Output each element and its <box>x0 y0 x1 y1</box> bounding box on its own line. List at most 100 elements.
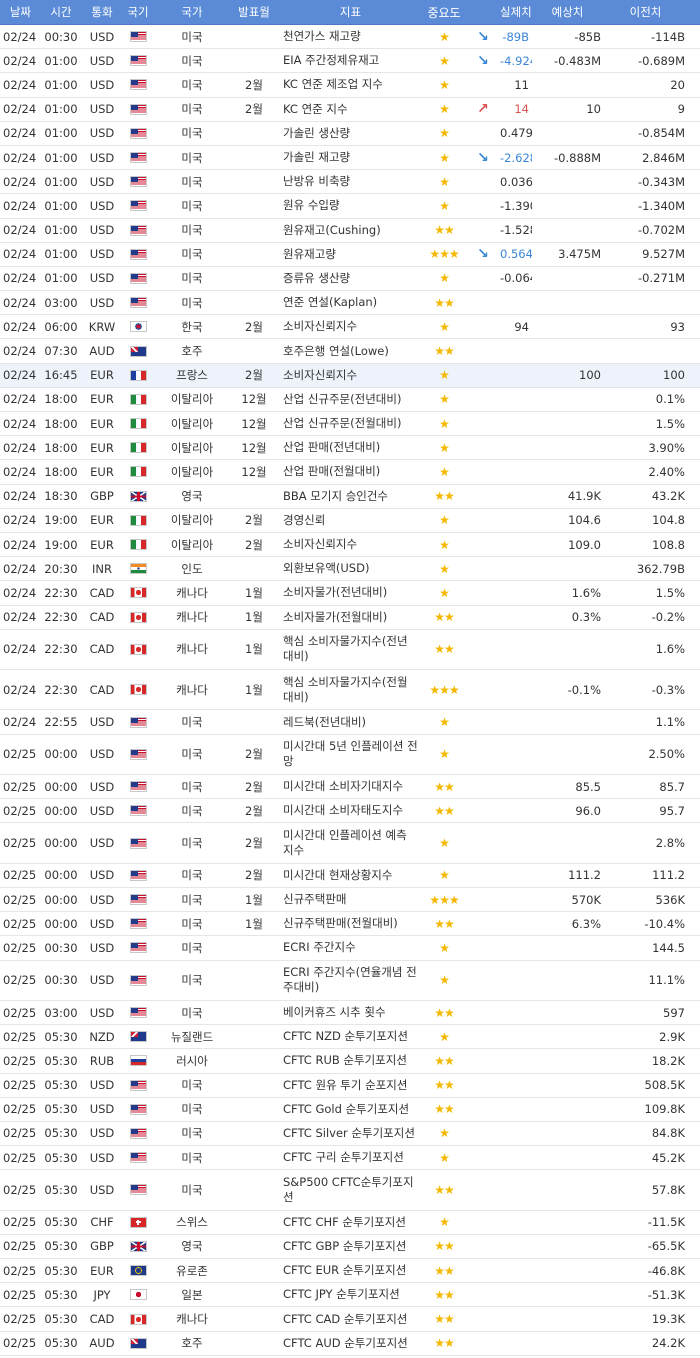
indicator-cell[interactable]: KC 연준 지수 <box>278 102 420 117</box>
indicator-cell[interactable]: 가솔린 생산량 <box>278 126 420 141</box>
indicator-cell[interactable]: 소비자물가(전월대비) <box>278 610 420 625</box>
indicator-cell[interactable]: CFTC JPY 순투기포지션 <box>278 1287 420 1302</box>
indicator-cell[interactable]: 레드북(전년대비) <box>278 715 420 730</box>
header-indicator[interactable]: 지표 <box>278 5 420 20</box>
indicator-cell[interactable]: CFTC Gold 순투기포지션 <box>278 1102 420 1117</box>
indicator-cell[interactable]: 소비자물가(전년대비) <box>278 585 420 600</box>
header-time[interactable]: 시간 <box>40 4 82 20</box>
table-row[interactable]: 02/24 03:00 USD 미국 연준 연설(Kaplan) ★★ <box>0 291 700 316</box>
table-row[interactable]: 02/24 00:30 USD 미국 천연가스 재고량 ★ ↘ -89B -85… <box>0 25 700 50</box>
indicator-cell[interactable]: 원유재고(Cushing) <box>278 223 420 238</box>
indicator-cell[interactable]: 소비자신뢰지수 <box>278 368 420 383</box>
table-row[interactable]: 02/25 05:30 GBP 영국 CFTC GBP 순투기포지션 ★★ -6… <box>0 1235 700 1260</box>
indicator-cell[interactable]: 베이커휴즈 시추 횟수 <box>278 1005 420 1020</box>
table-row[interactable]: 02/24 01:00 USD 미국 원유 수입량 ★ -1.390M -1.3… <box>0 194 700 219</box>
table-row[interactable]: 02/24 18:00 EUR 이탈리아 12월 산업 판매(전월대비) ★ 2… <box>0 460 700 485</box>
header-release-month[interactable]: 발표월 <box>230 4 278 20</box>
table-row[interactable]: 02/25 00:00 USD 미국 2월 미시간대 인플레이션 예측 지수 ★… <box>0 823 700 864</box>
indicator-cell[interactable]: 소비자신뢰지수 <box>278 319 420 334</box>
indicator-cell[interactable]: CFTC GBP 순투기포지션 <box>278 1239 420 1254</box>
table-row[interactable]: 02/24 18:00 EUR 이탈리아 12월 산업 판매(전년대비) ★ 3… <box>0 436 700 461</box>
header-importance[interactable]: 중요도 <box>420 4 468 21</box>
table-row[interactable]: 02/25 05:30 USD 미국 S&P500 CFTC순투기포지션 ★★ … <box>0 1170 700 1211</box>
table-row[interactable]: 02/25 00:00 USD 미국 1월 신규주택판매 ★★★ 570K 53… <box>0 888 700 913</box>
table-row[interactable]: 02/25 05:30 USD 미국 CFTC Silver 순투기포지션 ★ … <box>0 1122 700 1147</box>
table-row[interactable]: 02/25 05:30 USD 미국 CFTC Gold 순투기포지션 ★★ 1… <box>0 1098 700 1122</box>
table-row[interactable]: 02/24 01:00 USD 미국 2월 KC 연준 제조업 지수 ★ 11 … <box>0 73 700 98</box>
indicator-cell[interactable]: 핵심 소비자물가지수(전월대비) <box>278 675 420 705</box>
header-flag[interactable]: 국기 <box>122 4 154 20</box>
indicator-cell[interactable]: 미시간대 5년 인플레이션 전망 <box>278 739 420 769</box>
indicator-cell[interactable]: CFTC RUB 순투기포지션 <box>278 1053 420 1068</box>
table-row[interactable]: 02/25 05:30 NZD 뉴질랜드 CFTC NZD 순투기포지션 ★ 2… <box>0 1025 700 1050</box>
indicator-cell[interactable]: CFTC CAD 순투기포지션 <box>278 1312 420 1327</box>
indicator-cell[interactable]: 미시간대 소비자기대지수 <box>278 779 420 794</box>
indicator-cell[interactable]: BBA 모기지 승인건수 <box>278 489 420 504</box>
indicator-cell[interactable]: CFTC 구리 순투기포지션 <box>278 1150 420 1165</box>
indicator-cell[interactable]: 핵심 소비자물가지수(전년대비) <box>278 634 420 664</box>
indicator-cell[interactable]: CFTC EUR 순투기포지션 <box>278 1263 420 1278</box>
indicator-cell[interactable]: 연준 연설(Kaplan) <box>278 295 420 310</box>
indicator-cell[interactable]: 증류유 생산량 <box>278 271 420 286</box>
table-row[interactable]: 02/24 18:30 GBP 영국 BBA 모기지 승인건수 ★★ 41.9K… <box>0 485 700 509</box>
indicator-cell[interactable]: CFTC CHF 순투기포지션 <box>278 1215 420 1230</box>
table-row[interactable]: 02/25 00:00 USD 미국 1월 신규주택판매(전월대비) ★★ 6.… <box>0 912 700 937</box>
indicator-cell[interactable]: 산업 판매(전년대비) <box>278 440 420 455</box>
indicator-cell[interactable]: CFTC NZD 순투기포지션 <box>278 1029 420 1044</box>
indicator-cell[interactable]: 소비자신뢰지수 <box>278 537 420 552</box>
table-row[interactable]: 02/24 06:00 KRW 한국 2월 소비자신뢰지수 ★ 94 93 <box>0 315 700 340</box>
header-previous[interactable]: 이전치 <box>604 4 690 20</box>
table-row[interactable]: 02/25 05:30 USD 미국 CFTC 구리 순투기포지션 ★ 45.2… <box>0 1146 700 1171</box>
header-country[interactable]: 국가 <box>154 4 230 20</box>
table-row[interactable]: 02/24 22:30 CAD 캐나다 1월 소비자물가(전월대비) ★★ 0.… <box>0 606 700 630</box>
indicator-cell[interactable]: 미시간대 인플레이션 예측 지수 <box>278 828 420 858</box>
table-row[interactable]: 02/25 05:30 JPY 일본 CFTC JPY 순투기포지션 ★★ -5… <box>0 1283 700 1308</box>
indicator-cell[interactable]: 호주은행 연설(Lowe) <box>278 344 420 359</box>
indicator-cell[interactable]: 신규주택판매 <box>278 892 420 907</box>
indicator-cell[interactable]: 산업 판매(전월대비) <box>278 464 420 479</box>
indicator-cell[interactable]: 외환보유액(USD) <box>278 561 420 576</box>
table-row[interactable]: 02/24 01:00 USD 미국 가솔린 생산량 ★ 0.479M -0.8… <box>0 122 700 146</box>
indicator-cell[interactable]: 신규주택판매(전월대비) <box>278 916 420 931</box>
header-forecast[interactable]: 예상치 <box>532 4 604 20</box>
table-row[interactable]: 02/24 01:00 USD 미국 가솔린 재고량 ★ ↘ -2.628M -… <box>0 146 700 171</box>
table-row[interactable]: 02/25 05:30 EUR 유로존 CFTC EUR 순투기포지션 ★★ -… <box>0 1259 700 1284</box>
indicator-cell[interactable]: 천연가스 재고량 <box>278 29 420 44</box>
table-row[interactable]: 02/24 01:00 USD 미국 원유재고(Cushing) ★★ -1.5… <box>0 219 700 243</box>
table-row[interactable]: 02/24 22:30 CAD 캐나다 1월 핵심 소비자물가지수(전월대비) … <box>0 670 700 711</box>
indicator-cell[interactable]: 산업 신규주문(전년대비) <box>278 392 420 407</box>
table-row[interactable]: 02/25 03:00 USD 미국 베이커휴즈 시추 횟수 ★★ 597 <box>0 1001 700 1026</box>
indicator-cell[interactable]: KC 연준 제조업 지수 <box>278 77 420 92</box>
header-currency[interactable]: 통화 <box>82 4 122 20</box>
indicator-cell[interactable]: CFTC 원유 투기 순포지션 <box>278 1078 420 1093</box>
table-row[interactable]: 02/24 16:45 EUR 프랑스 2월 소비자신뢰지수 ★ 100 100 <box>0 363 700 388</box>
indicator-cell[interactable]: S&P500 CFTC순투기포지션 <box>278 1175 420 1205</box>
indicator-cell[interactable]: 난방유 비축량 <box>278 174 420 189</box>
table-row[interactable]: 02/24 01:00 USD 미국 원유재고량 ★★★ ↘ 0.564M 3.… <box>0 243 700 267</box>
table-row[interactable]: 02/25 05:30 CAD 캐나다 CFTC CAD 순투기포지션 ★★ 1… <box>0 1307 700 1332</box>
indicator-cell[interactable]: 가솔린 재고량 <box>278 150 420 165</box>
indicator-cell[interactable]: 원유 수입량 <box>278 198 420 213</box>
indicator-cell[interactable]: CFTC AUD 순투기포지션 <box>278 1336 420 1351</box>
table-row[interactable]: 02/24 19:00 EUR 이탈리아 2월 소비자신뢰지수 ★ 109.0 … <box>0 533 700 558</box>
table-row[interactable]: 02/24 22:30 CAD 캐나다 1월 소비자물가(전년대비) ★ 1.6… <box>0 581 700 606</box>
indicator-cell[interactable]: 원유재고량 <box>278 247 420 262</box>
table-row[interactable]: 02/25 00:00 USD 미국 2월 미시간대 소비자기대지수 ★★ 85… <box>0 775 700 800</box>
table-row[interactable]: 02/24 20:30 INR 인도 외환보유액(USD) ★ 362.79B <box>0 557 700 582</box>
table-row[interactable]: 02/24 01:00 USD 미국 난방유 비축량 ★ 0.036M -0.3… <box>0 170 700 195</box>
table-row[interactable]: 02/24 18:00 EUR 이탈리아 12월 산업 신규주문(전년대비) ★… <box>0 388 700 412</box>
table-row[interactable]: 02/24 01:00 USD 미국 EIA 주간정제유재고 ★ ↘ -4.92… <box>0 49 700 74</box>
indicator-cell[interactable]: CFTC Silver 순투기포지션 <box>278 1126 420 1141</box>
indicator-cell[interactable]: EIA 주간정제유재고 <box>278 53 420 68</box>
table-row[interactable]: 02/25 05:30 USD 미국 CFTC 원유 투기 순포지션 ★★ 50… <box>0 1074 700 1098</box>
indicator-cell[interactable]: 산업 신규주문(전월대비) <box>278 416 420 431</box>
table-row[interactable]: 02/24 22:55 USD 미국 레드북(전년대비) ★ 1.1% <box>0 710 700 735</box>
table-row[interactable]: 02/25 00:30 USD 미국 ECRI 주간지수(연율개념 전주대비) … <box>0 961 700 1001</box>
table-row[interactable]: 02/24 19:00 EUR 이탈리아 2월 경영신뢰 ★ 104.6 104… <box>0 509 700 533</box>
indicator-cell[interactable]: ECRI 주간지수(연율개념 전주대비) <box>278 965 420 995</box>
table-row[interactable]: 02/24 01:00 USD 미국 2월 KC 연준 지수 ★ ↗ 14 10… <box>0 98 700 122</box>
indicator-cell[interactable]: ECRI 주간지수 <box>278 940 420 955</box>
indicator-cell[interactable]: 미시간대 소비자태도지수 <box>278 803 420 818</box>
table-row[interactable]: 02/25 00:00 USD 미국 2월 미시간대 소비자태도지수 ★★ 96… <box>0 799 700 824</box>
header-date[interactable]: 날짜 <box>0 4 40 20</box>
